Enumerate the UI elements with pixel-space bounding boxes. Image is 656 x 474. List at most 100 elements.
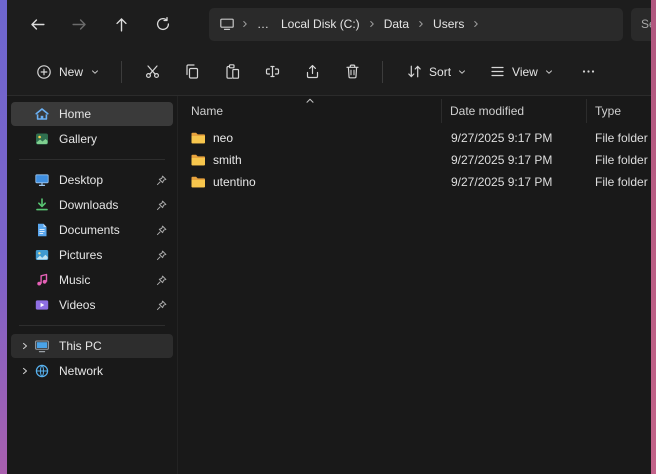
folder-icon xyxy=(190,130,206,146)
sidebar-item-label: Videos xyxy=(59,298,153,312)
chevron-right-icon[interactable] xyxy=(239,19,251,29)
new-button-label: New xyxy=(59,65,83,79)
back-button[interactable] xyxy=(19,7,55,41)
copy-button[interactable] xyxy=(172,54,212,90)
file-row[interactable]: utentino 9/27/2025 9:17 PM File folder xyxy=(178,171,651,193)
sidebar-item-label: Downloads xyxy=(59,198,153,212)
sidebar-item-home[interactable]: Home xyxy=(11,102,173,126)
column-headers: Name Date modified Type xyxy=(178,99,651,123)
search-input[interactable]: Se xyxy=(631,8,651,41)
sidebar-divider xyxy=(19,159,165,160)
sidebar-item-label: Pictures xyxy=(59,248,153,262)
chevron-down-icon xyxy=(457,67,467,77)
chevron-right-icon[interactable] xyxy=(366,19,378,29)
sidebar-item-this-pc[interactable]: This PC xyxy=(11,334,173,358)
chevron-down-icon xyxy=(544,67,554,77)
sidebar-item-music[interactable]: Music xyxy=(11,268,173,292)
file-row[interactable]: neo 9/27/2025 9:17 PM File folder xyxy=(178,127,651,149)
file-row[interactable]: smith 9/27/2025 9:17 PM File folder xyxy=(178,149,651,171)
view-list-icon xyxy=(489,63,506,80)
expand-chevron-icon[interactable] xyxy=(17,365,33,377)
file-name: utentino xyxy=(213,175,256,189)
desktop-icon xyxy=(33,172,51,188)
pictures-icon xyxy=(33,247,51,263)
sidebar-item-pictures[interactable]: Pictures xyxy=(11,243,173,267)
sidebar-item-label: Network xyxy=(59,364,169,378)
sidebar-item-downloads[interactable]: Downloads xyxy=(11,193,173,217)
file-type: File folder xyxy=(587,153,651,167)
documents-icon xyxy=(33,222,51,238)
forward-button[interactable] xyxy=(61,7,97,41)
downloads-icon xyxy=(33,197,51,213)
sidebar-item-desktop[interactable]: Desktop xyxy=(11,168,173,192)
pin-icon[interactable] xyxy=(153,299,169,312)
file-type: File folder xyxy=(587,175,651,189)
sidebar-item-label: Gallery xyxy=(59,132,169,146)
chevron-right-icon[interactable] xyxy=(470,19,482,29)
sidebar-item-videos[interactable]: Videos xyxy=(11,293,173,317)
trash-icon xyxy=(344,63,361,80)
chevron-right-icon[interactable] xyxy=(415,19,427,29)
pin-icon[interactable] xyxy=(153,224,169,237)
up-button[interactable] xyxy=(103,7,139,41)
toolbar-divider xyxy=(382,61,383,83)
gallery-icon xyxy=(33,131,51,147)
up-icon xyxy=(113,16,130,33)
pin-icon[interactable] xyxy=(153,249,169,262)
view-button-label: View xyxy=(512,65,538,79)
sidebar-divider xyxy=(19,325,165,326)
this-pc-icon xyxy=(33,338,51,354)
sidebar-item-label: Documents xyxy=(59,223,153,237)
scissors-icon xyxy=(144,63,161,80)
sort-arrows-icon xyxy=(406,63,423,80)
clipboard-paste-icon xyxy=(224,63,241,80)
sort-button[interactable]: Sort xyxy=(397,56,476,87)
desktop-edge-left xyxy=(0,0,7,474)
more-options-button[interactable] xyxy=(569,54,609,90)
file-date-modified: 9/27/2025 9:17 PM xyxy=(442,175,587,189)
breadcrumb-overflow[interactable]: … xyxy=(251,14,275,34)
share-button[interactable] xyxy=(292,54,332,90)
music-icon xyxy=(33,272,51,288)
refresh-button[interactable] xyxy=(145,7,181,41)
network-icon xyxy=(33,363,51,379)
column-header-type[interactable]: Type xyxy=(587,99,651,123)
pin-icon[interactable] xyxy=(153,274,169,287)
breadcrumb-users[interactable]: Users xyxy=(427,14,470,34)
this-pc-breadcrumb-icon xyxy=(217,16,239,32)
sidebar-item-gallery[interactable]: Gallery xyxy=(11,127,173,151)
breadcrumb-local-disk[interactable]: Local Disk (C:) xyxy=(275,14,366,34)
sidebar-item-network[interactable]: Network xyxy=(11,359,173,383)
folder-icon xyxy=(190,152,206,168)
refresh-icon xyxy=(155,16,171,32)
address-bar[interactable]: … Local Disk (C:) Data Users xyxy=(209,8,623,41)
column-header-date-modified[interactable]: Date modified xyxy=(442,99,587,123)
cut-button[interactable] xyxy=(132,54,172,90)
command-toolbar: New xyxy=(7,48,651,96)
file-explorer-window: … Local Disk (C:) Data Users Se xyxy=(7,0,651,474)
file-list-pane: Name Date modified Type neo xyxy=(177,96,651,474)
pin-icon[interactable] xyxy=(153,199,169,212)
file-name: smith xyxy=(213,153,242,167)
sidebar-item-documents[interactable]: Documents xyxy=(11,218,173,242)
new-button[interactable]: New xyxy=(25,57,111,87)
expand-chevron-icon[interactable] xyxy=(17,340,33,352)
videos-icon xyxy=(33,297,51,313)
column-header-name[interactable]: Name xyxy=(178,99,442,123)
rename-icon xyxy=(264,63,281,80)
copy-icon xyxy=(184,63,201,80)
paste-button[interactable] xyxy=(212,54,252,90)
ellipsis-icon xyxy=(580,63,597,80)
rename-button[interactable] xyxy=(252,54,292,90)
sidebar-item-label: Music xyxy=(59,273,153,287)
file-type: File folder xyxy=(587,131,651,145)
sidebar-item-label: This PC xyxy=(59,339,169,353)
plus-circle-icon xyxy=(36,64,52,80)
delete-button[interactable] xyxy=(332,54,372,90)
sidebar: Home Gallery Desktop xyxy=(7,96,177,474)
view-button[interactable]: View xyxy=(480,56,563,87)
file-date-modified: 9/27/2025 9:17 PM xyxy=(442,153,587,167)
breadcrumb-data[interactable]: Data xyxy=(378,14,415,34)
pin-icon[interactable] xyxy=(153,174,169,187)
folder-icon xyxy=(190,174,206,190)
